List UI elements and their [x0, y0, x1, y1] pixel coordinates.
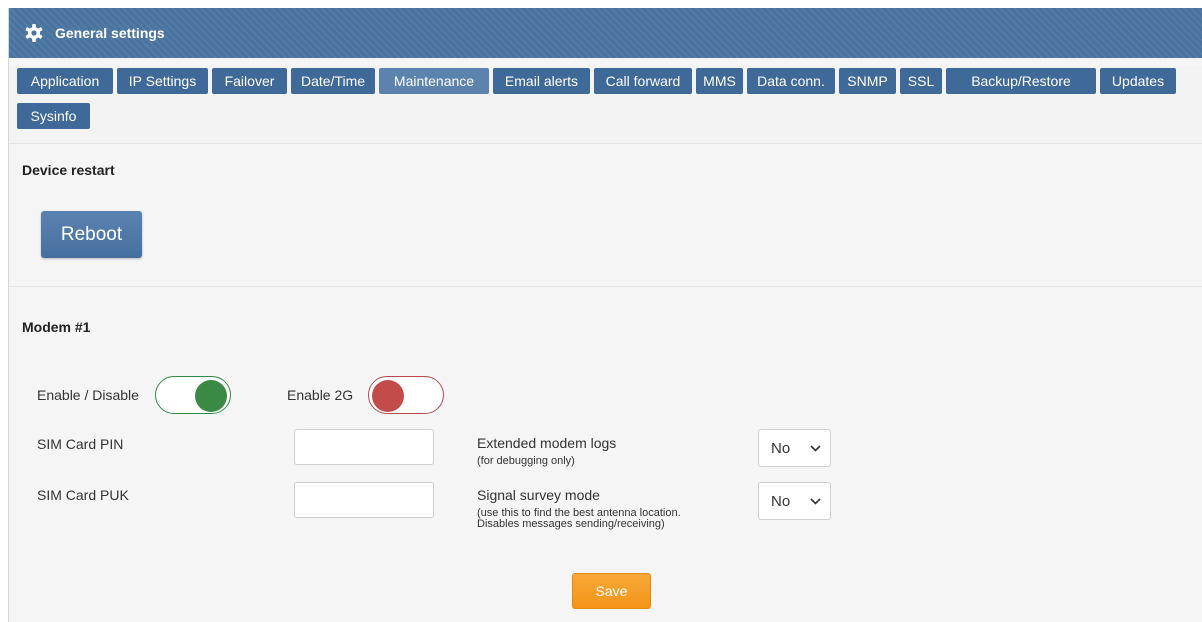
tab-sysinfo[interactable]: Sysinfo: [17, 103, 90, 129]
tab-ip-settings[interactable]: IP Settings: [117, 68, 208, 94]
tab-failover[interactable]: Failover: [212, 68, 287, 94]
tab-ssl[interactable]: SSL: [900, 68, 942, 94]
tab-date-time[interactable]: Date/Time: [291, 68, 375, 94]
signal-survey-value: No: [771, 493, 791, 510]
sim-puk-label: SIM Card PUK: [37, 487, 129, 503]
tab-mms[interactable]: MMS: [696, 68, 743, 94]
panel-header: General settings: [9, 8, 1202, 58]
chevron-down-icon: [810, 445, 821, 452]
sim-pin-label: SIM Card PIN: [37, 436, 124, 452]
enable-2g-toggle[interactable]: [368, 376, 444, 414]
tab-backup-restore[interactable]: Backup/Restore: [946, 68, 1096, 94]
sim-puk-input[interactable]: [294, 482, 434, 518]
extended-logs-select[interactable]: No: [758, 429, 831, 467]
section-divider: [9, 286, 1202, 287]
tab-data-conn[interactable]: Data conn.: [747, 68, 835, 94]
tab-call-forward[interactable]: Call forward: [594, 68, 692, 94]
toggle-knob: [372, 380, 404, 412]
tab-email-alerts[interactable]: Email alerts: [493, 68, 590, 94]
reboot-button[interactable]: Reboot: [41, 211, 142, 258]
modem-title: Modem #1: [22, 319, 91, 335]
chevron-down-icon: [810, 498, 821, 505]
enable-disable-toggle[interactable]: [155, 376, 231, 414]
device-restart-title: Device restart: [22, 162, 115, 178]
extended-logs-value: No: [771, 440, 791, 457]
extended-logs-note: (for debugging only): [477, 455, 575, 467]
tab-maintenance[interactable]: Maintenance: [379, 68, 489, 94]
gear-icon: [25, 24, 43, 42]
sim-pin-input[interactable]: [294, 429, 434, 465]
settings-panel: General settings Application IP Settings…: [8, 8, 1202, 622]
tab-snmp[interactable]: SNMP: [839, 68, 896, 94]
tab-bar: Application IP Settings Failover Date/Ti…: [9, 66, 1202, 144]
tab-application[interactable]: Application: [17, 68, 113, 94]
extended-logs-label: Extended modem logs: [477, 435, 617, 451]
page-title: General settings: [55, 25, 165, 41]
enable-disable-label: Enable / Disable: [37, 387, 139, 403]
save-button[interactable]: Save: [572, 573, 651, 609]
enable-2g-label: Enable 2G: [287, 387, 354, 403]
signal-survey-label: Signal survey mode: [477, 487, 600, 503]
tab-updates[interactable]: Updates: [1100, 68, 1176, 94]
toggle-knob: [195, 380, 227, 412]
signal-survey-note-2: Disables messages sending/receiving): [477, 518, 665, 530]
signal-survey-select[interactable]: No: [758, 482, 831, 520]
